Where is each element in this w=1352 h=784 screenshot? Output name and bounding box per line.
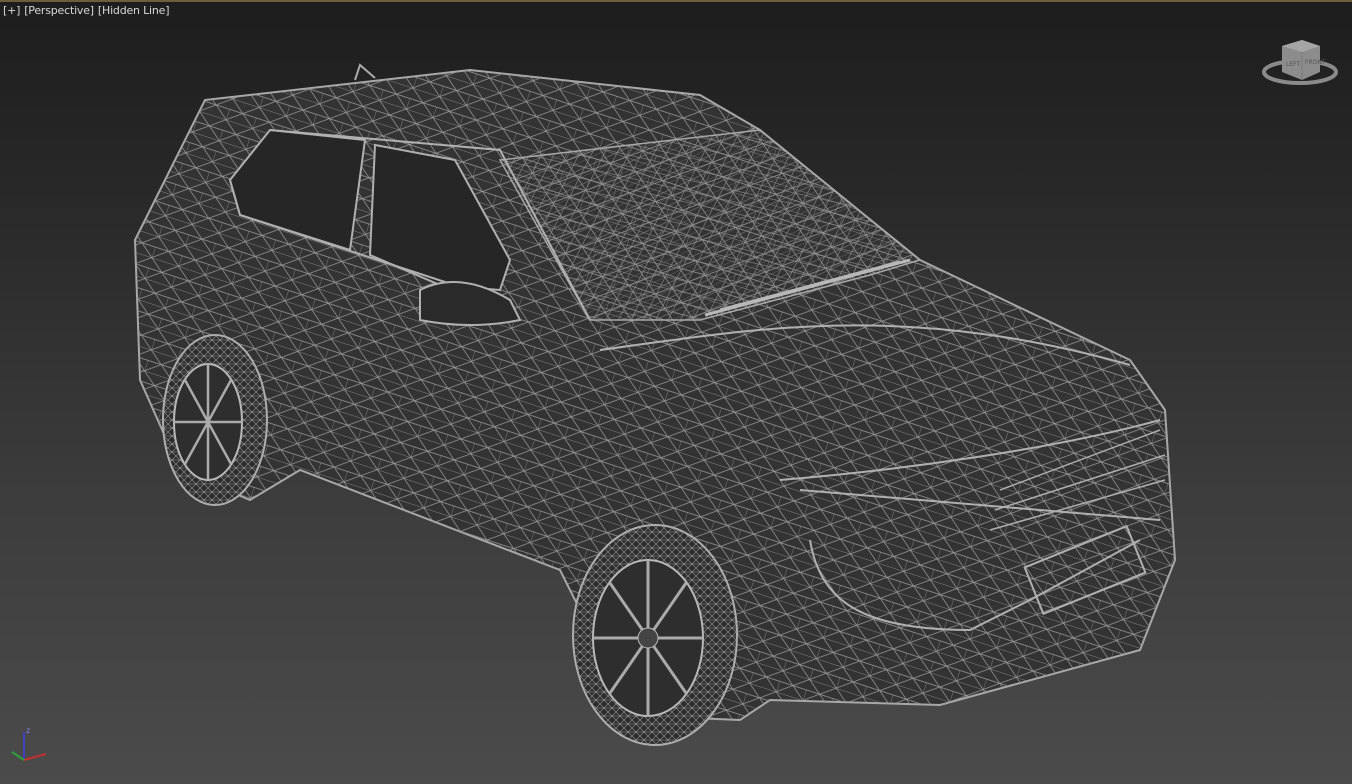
front-wheel xyxy=(572,524,738,746)
viewcube[interactable]: LEFT FRONT xyxy=(1262,34,1342,90)
y-axis xyxy=(11,751,25,761)
car-wireframe-model[interactable] xyxy=(0,0,1352,784)
x-axis xyxy=(23,753,47,761)
z-axis-label: z xyxy=(26,726,30,735)
axis-gizmo: z xyxy=(11,726,47,761)
viewcube-left-face[interactable]: LEFT xyxy=(1286,61,1300,68)
viewcube-front-face[interactable]: FRONT xyxy=(1305,59,1326,66)
roof-antenna xyxy=(354,63,376,81)
rear-wheel xyxy=(162,334,268,506)
